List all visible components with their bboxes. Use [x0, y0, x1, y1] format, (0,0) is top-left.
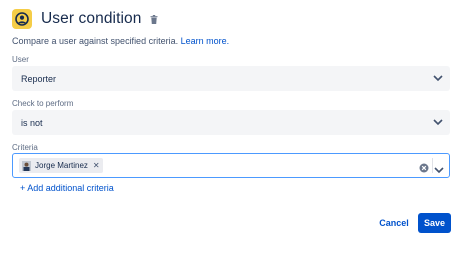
criteria-multiselect[interactable]: Jorge Martinez ✕: [12, 153, 450, 178]
check-select-value: is not: [21, 117, 43, 128]
add-criteria-link[interactable]: + Add additional criteria: [20, 183, 114, 193]
divider: [432, 158, 433, 173]
user-field-label: User: [12, 55, 29, 64]
chevron-down-icon: [433, 74, 443, 84]
description: Compare a user against specified criteri…: [12, 36, 229, 46]
chevron-down-icon: [433, 118, 443, 128]
learn-more-link[interactable]: Learn more.: [181, 36, 230, 46]
criteria-tag: Jorge Martinez ✕: [19, 158, 103, 173]
description-text: Compare a user against specified criteri…: [12, 36, 181, 46]
cancel-button[interactable]: Cancel: [373, 213, 415, 233]
avatar: [22, 160, 31, 171]
page-title: User condition: [41, 10, 142, 27]
user-select[interactable]: Reporter: [12, 66, 450, 91]
condition-header: User condition: [12, 8, 158, 30]
save-button[interactable]: Save: [418, 213, 451, 233]
remove-tag-icon[interactable]: ✕: [93, 161, 100, 170]
clear-icon[interactable]: [419, 160, 429, 178]
user-circle-icon: [12, 9, 32, 29]
criteria-tag-label: Jorge Martinez: [35, 161, 88, 170]
user-select-value: Reporter: [21, 73, 57, 84]
chevron-down-icon[interactable]: [434, 161, 444, 179]
trash-icon[interactable]: [150, 14, 158, 24]
check-field-label: Check to perform: [12, 99, 74, 108]
criteria-field-label: Criteria: [12, 143, 38, 152]
check-select[interactable]: is not: [12, 110, 450, 135]
